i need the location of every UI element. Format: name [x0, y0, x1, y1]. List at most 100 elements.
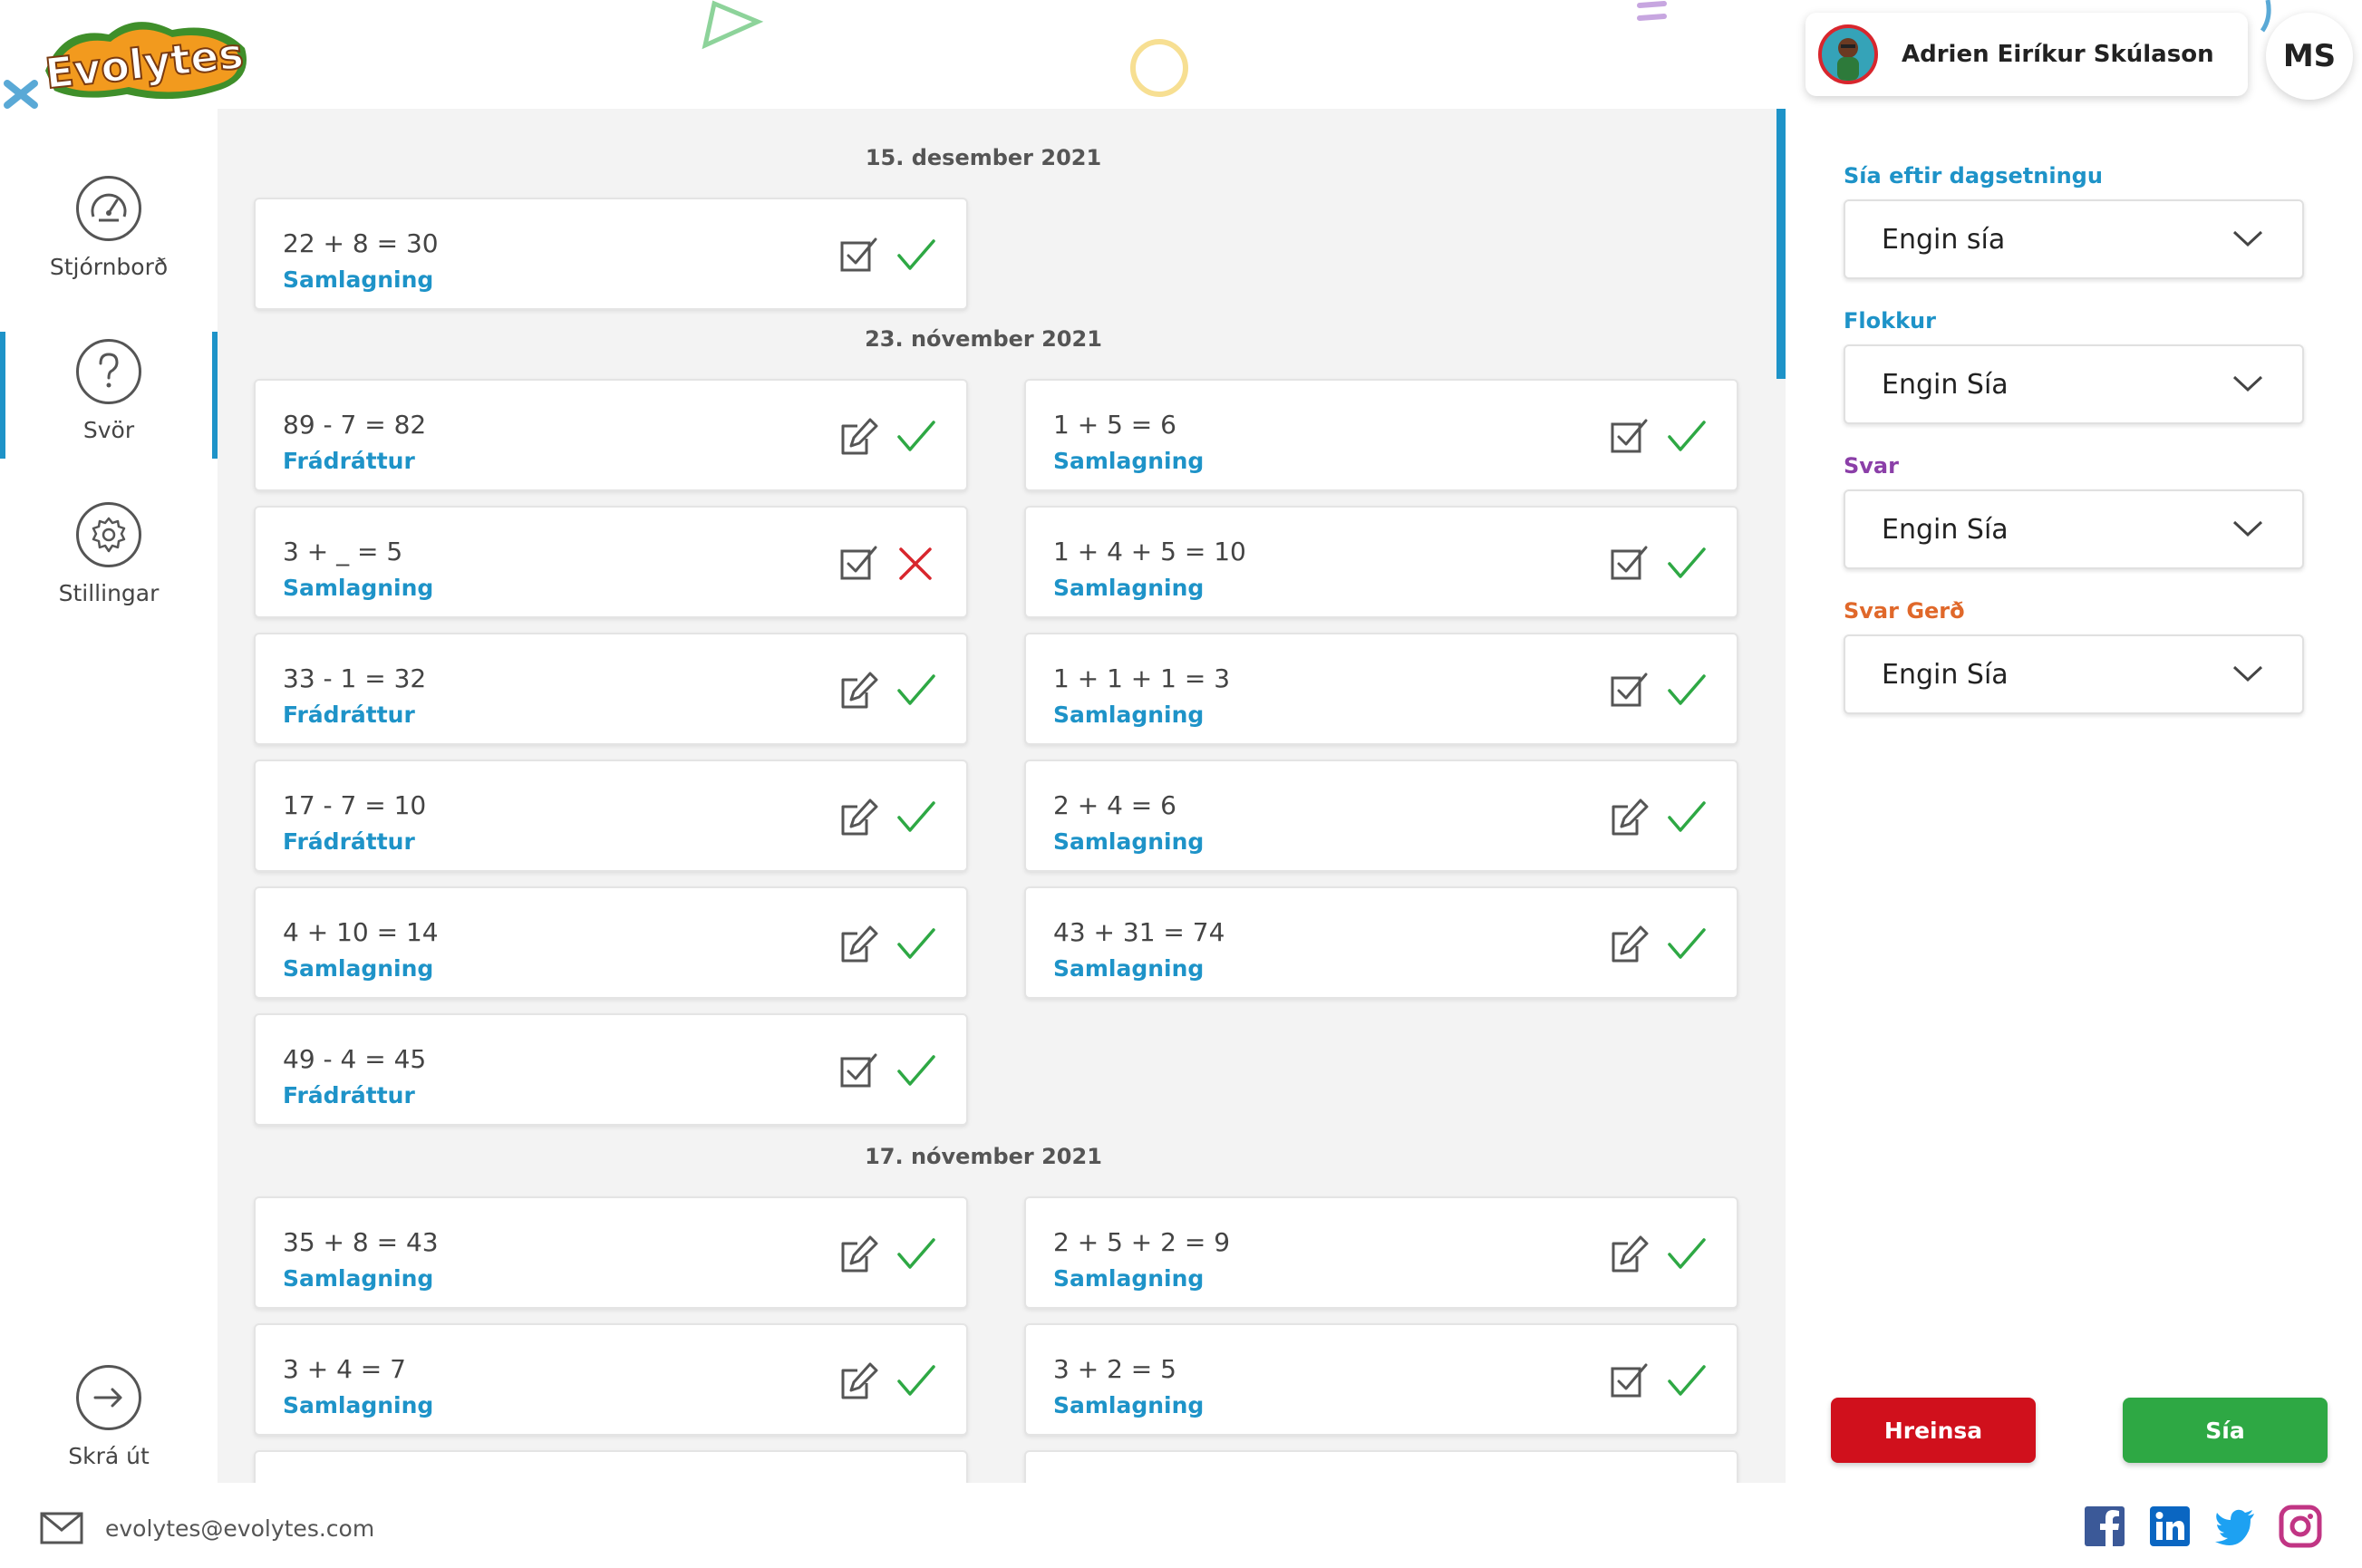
filter-value: Engin Sía	[1882, 513, 2009, 546]
answer-card[interactable]: 1 + 5 = 6 Samlagning	[1024, 379, 1738, 491]
edit-icon	[841, 1235, 878, 1273]
answer-equation: 89 - 7 = 82	[283, 410, 427, 440]
answer-category: Frádráttur	[283, 448, 415, 474]
answer-category: Samlagning	[1053, 1265, 1205, 1292]
filter-label-answer: Svar	[1844, 453, 1899, 479]
linkedin-icon[interactable]	[2148, 1505, 2192, 1548]
edit-icon	[841, 672, 878, 709]
answer-category: Samlagning	[1053, 955, 1205, 982]
chevron-down-icon	[2232, 520, 2263, 537]
answer-card[interactable]: 4 + 10 = 14 Samlagning	[254, 886, 968, 999]
chevron-down-icon	[2232, 375, 2263, 392]
answers-list[interactable]: 15. desember 2021 22 + 8 = 30 Samlagning…	[218, 109, 1786, 1483]
evolytes-logo[interactable]: Evolytes	[27, 7, 258, 107]
answer-category: Samlagning	[1053, 702, 1205, 728]
edit-icon	[841, 1362, 878, 1399]
sidebar-item-answers[interactable]: Svör	[0, 332, 218, 466]
answer-equation: 2 + 5 + 2 = 9	[1053, 1227, 1231, 1257]
correct-check-icon	[1668, 1238, 1706, 1269]
chevron-down-icon	[2232, 665, 2263, 682]
twitter-icon[interactable]	[2213, 1505, 2257, 1548]
speedometer-icon	[76, 176, 141, 241]
answer-card[interactable]: 89 - 7 = 82 Frádráttur	[254, 379, 968, 491]
answer-card[interactable]: 3 + _ = 5 Samlagning	[254, 506, 968, 618]
circle-decoration	[1130, 39, 1188, 97]
answer-equation: 43 + 31 = 74	[1053, 917, 1225, 947]
checkbox-icon	[1611, 546, 1648, 580]
filter-category-select[interactable]: Engin Sía	[1844, 344, 2304, 424]
answer-category: Samlagning	[1053, 575, 1205, 601]
checkbox-icon	[1611, 673, 1648, 707]
edit-icon	[841, 925, 878, 963]
sidebar-item-dashboard[interactable]: Stjórnborð	[0, 176, 218, 303]
logout-button[interactable]: Skrá út	[0, 1365, 218, 1492]
correct-check-icon	[1668, 928, 1706, 959]
answer-card[interactable]: 22 + 8 = 30 Samlagning	[254, 198, 968, 310]
sidebar-item-label: Stillingar	[58, 580, 160, 606]
lines-decoration	[1637, 1, 1667, 21]
instagram-icon[interactable]	[2279, 1505, 2322, 1548]
sidebar-item-settings[interactable]: Stillingar	[0, 502, 218, 629]
answer-equation: 1 + 4 + 5 = 10	[1053, 537, 1246, 566]
answer-category: Samlagning	[283, 1265, 434, 1292]
clear-button[interactable]: Hreinsa	[1831, 1398, 2036, 1463]
triangle-decoration	[702, 0, 764, 50]
answer-card[interactable]: 1 + 1 + 1 = 3 Samlagning	[1024, 633, 1738, 745]
answer-card-partial[interactable]	[254, 1450, 968, 1483]
date-heading: 15. desember 2021	[865, 145, 1102, 170]
filter-button-label: Sía	[2205, 1417, 2245, 1444]
filter-label-answer-type: Svar Gerð	[1844, 598, 1965, 624]
question-icon	[76, 339, 141, 404]
answer-card[interactable]: 2 + 5 + 2 = 9 Samlagning	[1024, 1196, 1738, 1309]
logout-label: Skrá út	[68, 1443, 150, 1469]
scrollbar[interactable]	[1776, 109, 1786, 379]
correct-check-icon	[897, 928, 935, 959]
contact-email[interactable]: evolytes@evolytes.com	[105, 1515, 374, 1542]
correct-check-icon	[1668, 547, 1706, 578]
filter-label-date: Sía eftir dagsetningu	[1844, 163, 2103, 189]
gear-icon	[76, 502, 141, 567]
sidebar-item-label: Svör	[82, 417, 135, 443]
answer-card[interactable]: 33 - 1 = 32 Frádráttur	[254, 633, 968, 745]
edit-icon	[1612, 925, 1649, 963]
answer-equation: 2 + 4 = 6	[1053, 790, 1176, 820]
answer-equation: 49 - 4 = 45	[283, 1044, 427, 1074]
answer-equation: 1 + 1 + 1 = 3	[1053, 663, 1231, 693]
filter-button[interactable]: Sía	[2123, 1398, 2328, 1463]
correct-check-icon	[1668, 1365, 1706, 1396]
correct-check-icon	[1668, 674, 1706, 705]
answer-card[interactable]: 17 - 7 = 10 Frádráttur	[254, 760, 968, 872]
cross-decoration	[4, 80, 38, 109]
logout-icon	[76, 1365, 141, 1430]
answer-card[interactable]: 43 + 31 = 74 Samlagning	[1024, 886, 1738, 999]
answer-category: Samlagning	[1053, 448, 1205, 474]
mail-icon	[40, 1512, 83, 1544]
answer-category: Frádráttur	[283, 1082, 415, 1108]
wrong-cross-icon	[899, 547, 932, 580]
filter-answer-type-select[interactable]: Engin Sía	[1844, 634, 2304, 714]
filter-date-select[interactable]: Engin sía	[1844, 199, 2304, 279]
answer-category: Samlagning	[1053, 1392, 1205, 1418]
user-profile-card[interactable]: Adrien Eiríkur Skúlason	[1805, 13, 2248, 96]
filter-answer-select[interactable]: Engin Sía	[1844, 489, 2304, 569]
correct-check-icon	[897, 239, 935, 270]
answer-equation: 4 + 10 = 14	[283, 917, 439, 947]
user-name: Adrien Eiríkur Skúlason	[1902, 41, 2214, 68]
answer-card[interactable]: 35 + 8 = 43 Samlagning	[254, 1196, 968, 1309]
user-initials-button[interactable]: MS	[2266, 13, 2353, 100]
answer-card[interactable]: 2 + 4 = 6 Samlagning	[1024, 760, 1738, 872]
facebook-icon[interactable]	[2083, 1505, 2126, 1548]
answer-card[interactable]: 3 + 2 = 5 Samlagning	[1024, 1323, 1738, 1436]
answer-card[interactable]: 1 + 4 + 5 = 10 Samlagning	[1024, 506, 1738, 618]
correct-check-icon	[897, 1055, 935, 1086]
answer-equation: 35 + 8 = 43	[283, 1227, 439, 1257]
checkbox-icon	[840, 546, 877, 580]
correct-check-icon	[1668, 801, 1706, 832]
checkbox-icon	[840, 1053, 877, 1088]
answer-card-partial[interactable]	[1024, 1450, 1738, 1483]
answer-card[interactable]: 3 + 4 = 7 Samlagning	[254, 1323, 968, 1436]
date-heading: 17. nóvember 2021	[865, 1144, 1102, 1169]
filter-value: Engin Sía	[1882, 658, 2009, 691]
answer-card[interactable]: 49 - 4 = 45 Frádráttur	[254, 1013, 968, 1126]
checkbox-icon	[840, 237, 877, 272]
